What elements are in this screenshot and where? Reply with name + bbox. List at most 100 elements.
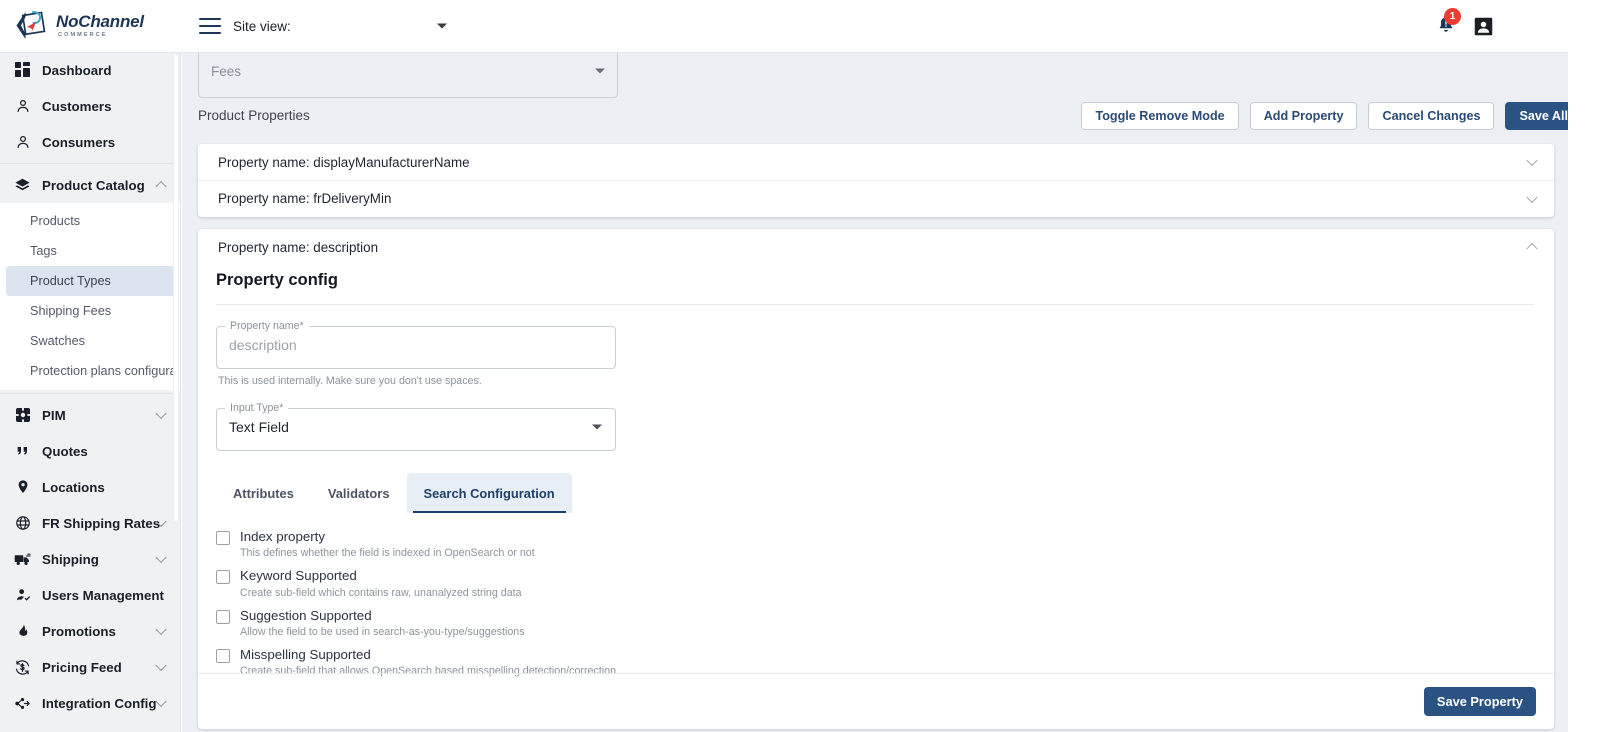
sidebar-item-label: Customers bbox=[42, 98, 112, 114]
notifications-button[interactable]: 1 bbox=[1435, 8, 1461, 37]
chevron-down-icon[interactable] bbox=[1526, 191, 1538, 203]
chevron-up-icon[interactable] bbox=[1526, 242, 1538, 255]
sidebar: Dashboard Customers Consumers Product Ca… bbox=[0, 52, 181, 732]
sidebar-item-users-management[interactable]: Users Management bbox=[0, 577, 180, 613]
input-type-value: Text Field bbox=[229, 419, 289, 435]
sidebar-item-label: Promotions bbox=[42, 623, 116, 639]
sidebar-item-shipping[interactable]: Shipping bbox=[0, 541, 180, 577]
person-icon bbox=[14, 134, 31, 151]
topbar-divider bbox=[0, 52, 1568, 53]
app-root: NoChannel COMMERCE Site view: 1 Dashboar… bbox=[0, 0, 1600, 732]
site-view-label: Site view: bbox=[233, 18, 291, 34]
account-button[interactable] bbox=[1473, 16, 1494, 37]
sidebar-scrollbar-thumb[interactable] bbox=[173, 54, 179, 522]
suggestion-supported-checkbox[interactable] bbox=[216, 609, 230, 624]
nochannel-logo-icon bbox=[14, 9, 48, 43]
sidebar-item-label: Shipping bbox=[42, 551, 99, 567]
person-check-icon bbox=[14, 587, 31, 604]
sidebar-item-label: Locations bbox=[42, 479, 105, 495]
product-catalog-submenu: Products Tags Product Types Shipping Fee… bbox=[0, 203, 180, 390]
sidebar-item-product-catalog[interactable]: Product Catalog bbox=[0, 167, 180, 203]
top-bar: NoChannel COMMERCE Site view: 1 bbox=[0, 0, 1568, 52]
save-property-button[interactable]: Save Property bbox=[1423, 687, 1536, 716]
keyword-supported-checkbox[interactable] bbox=[216, 570, 230, 585]
checkbox-texts: Index property This defines whether the … bbox=[240, 529, 535, 559]
pin-icon bbox=[14, 479, 31, 496]
misspelling-supported-checkbox[interactable] bbox=[216, 648, 230, 663]
checkbox-label: Index property bbox=[240, 529, 326, 544]
chevron-up-icon bbox=[155, 180, 167, 193]
chevron-down-icon bbox=[155, 623, 167, 636]
sidebar-item-integration-config[interactable]: Integration Config bbox=[0, 685, 180, 721]
sidebar-scrollbar[interactable] bbox=[173, 54, 179, 730]
checkbox-row-suggestion-supported: Suggestion Supported Allow the field to … bbox=[216, 608, 1534, 638]
hamburger-icon[interactable] bbox=[199, 18, 221, 34]
sidebar-subitem-product-types[interactable]: Product Types bbox=[6, 266, 175, 296]
sidebar-item-label: Dashboard bbox=[42, 62, 112, 78]
price-refresh-icon bbox=[14, 659, 31, 676]
sidebar-item-locations[interactable]: Locations bbox=[0, 469, 180, 505]
sidebar-subitem-swatches[interactable]: Swatches bbox=[6, 326, 175, 356]
sidebar-divider bbox=[0, 393, 180, 394]
sidebar-item-promotions[interactable]: Promotions bbox=[0, 613, 180, 649]
checkbox-label: Suggestion Supported bbox=[240, 607, 372, 623]
index-property-checkbox[interactable] bbox=[216, 531, 230, 545]
checkbox-label: Keyword Supported bbox=[240, 568, 357, 584]
sidebar-item-label: Users Management bbox=[42, 587, 164, 603]
property-row-description[interactable]: Property name: description bbox=[198, 229, 1554, 265]
sidebar-nav: Dashboard Customers Consumers Product Ca… bbox=[0, 52, 180, 721]
checkbox-row-keyword-supported: Keyword Supported Create sub-field which… bbox=[216, 568, 1534, 599]
chevron-down-icon[interactable] bbox=[1526, 154, 1538, 167]
sidebar-item-customers[interactable]: Customers bbox=[0, 88, 180, 124]
property-row-displayManufacturerName[interactable]: Property name: displayManufacturerName bbox=[198, 144, 1554, 180]
property-name-value: description bbox=[229, 337, 297, 353]
section-divider bbox=[216, 304, 1534, 305]
toggle-remove-mode-button[interactable]: Toggle Remove Mode bbox=[1081, 102, 1239, 130]
chevron-down-icon bbox=[592, 424, 602, 430]
cancel-changes-button[interactable]: Cancel Changes bbox=[1368, 102, 1495, 130]
checkbox-texts: Keyword Supported Create sub-field which… bbox=[240, 568, 522, 598]
property-name-field[interactable]: Property name* description bbox=[216, 321, 616, 369]
chevron-down-icon bbox=[595, 68, 605, 74]
tab-search-configuration[interactable]: Search Configuration bbox=[406, 473, 572, 513]
toolbar-buttons: Toggle Remove Mode Add Property Cancel C… bbox=[1081, 102, 1568, 130]
tab-attributes[interactable]: Attributes bbox=[216, 473, 311, 513]
sidebar-item-dashboard[interactable]: Dashboard bbox=[0, 52, 180, 88]
chevron-down-icon bbox=[155, 659, 167, 672]
sidebar-item-pim[interactable]: PIM bbox=[0, 397, 180, 433]
brand-logo[interactable]: NoChannel COMMERCE bbox=[0, 0, 181, 52]
property-name-helper: This is used internally. Make sure you d… bbox=[218, 375, 482, 387]
sidebar-subitem-tags[interactable]: Tags bbox=[6, 236, 175, 266]
globe-icon bbox=[14, 515, 31, 532]
property-row-frDeliveryMin[interactable]: Property name: frDeliveryMin bbox=[198, 180, 1554, 216]
sidebar-item-quotes[interactable]: Quotes bbox=[0, 433, 180, 469]
sidebar-subitem-products[interactable]: Products bbox=[6, 206, 175, 236]
product-properties-toolbar: Product Properties Toggle Remove Mode Ad… bbox=[182, 100, 1568, 140]
sidebar-divider bbox=[0, 163, 180, 164]
pim-icon bbox=[14, 407, 31, 424]
fees-select[interactable]: Fees bbox=[198, 52, 618, 98]
account-icon bbox=[1474, 17, 1493, 35]
tab-validators[interactable]: Validators bbox=[311, 473, 407, 513]
sidebar-item-consumers[interactable]: Consumers bbox=[0, 124, 180, 160]
property-row-label: Property name: frDeliveryMin bbox=[218, 191, 392, 206]
fees-select-value: Fees bbox=[211, 63, 242, 79]
add-property-button[interactable]: Add Property bbox=[1249, 102, 1358, 130]
sidebar-item-pricing-feed[interactable]: Pricing Feed bbox=[0, 649, 180, 685]
checkbox-help: This defines whether the field is indexe… bbox=[240, 547, 535, 560]
sidebar-item-fr-shipping-rates[interactable]: FR Shipping Rates bbox=[0, 505, 180, 541]
main-content: Fees Product Properties Toggle Remove Mo… bbox=[182, 52, 1568, 732]
quote-icon bbox=[14, 443, 31, 460]
save-all-button[interactable]: Save All bbox=[1505, 102, 1568, 130]
property-config-heading: Property config bbox=[216, 271, 338, 289]
sidebar-item-label: Consumers bbox=[42, 134, 116, 150]
property-name-legend: Property name* bbox=[230, 320, 304, 332]
input-type-select[interactable]: Input Type* Text Field bbox=[216, 403, 616, 451]
sidebar-item-label: Product Catalog bbox=[42, 177, 145, 193]
sidebar-subitem-shipping-fees[interactable]: Shipping Fees bbox=[6, 296, 175, 326]
brand-text: NoChannel COMMERCE bbox=[56, 13, 144, 39]
sidebar-subitem-protection-plans[interactable]: Protection plans configurat bbox=[6, 356, 175, 386]
chevron-down-icon bbox=[155, 551, 167, 564]
expanded-property-card: Property name: description Property conf… bbox=[198, 229, 1554, 729]
site-view-select[interactable]: Site view: bbox=[233, 11, 453, 41]
